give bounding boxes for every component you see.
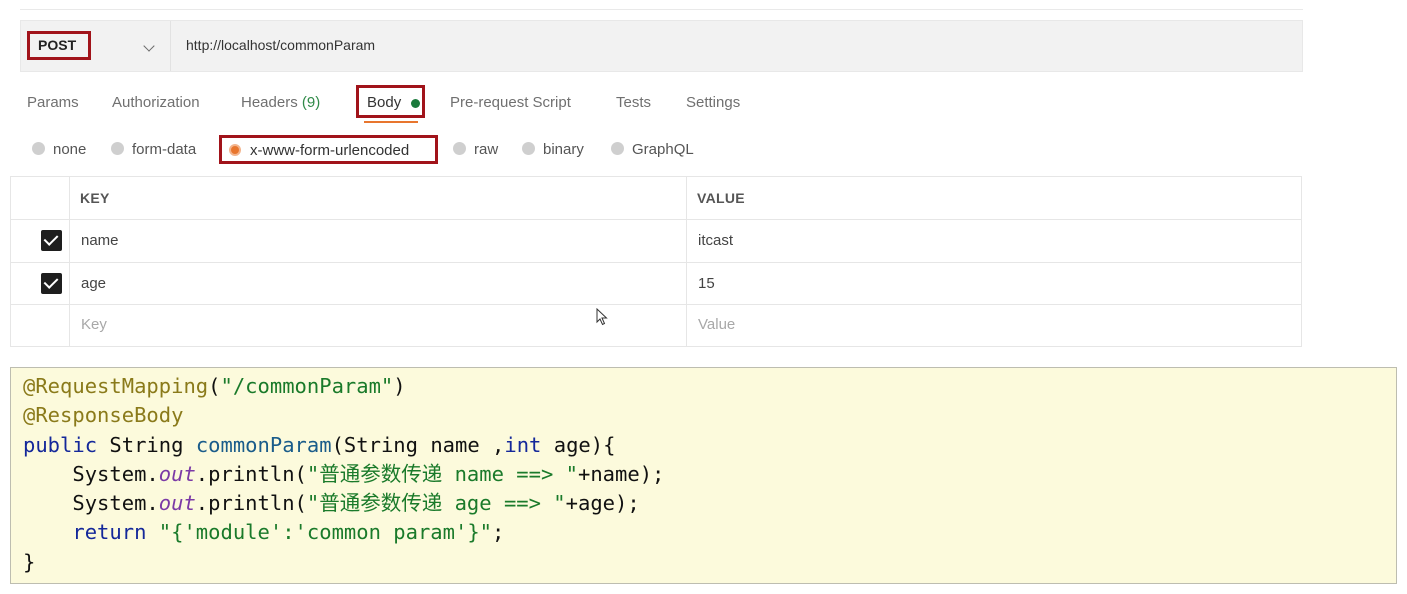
tab-headers[interactable]: Headers (9) <box>241 94 320 111</box>
code-line-4: System.out.println("普通参数传递 name ==> "+na… <box>23 460 1396 489</box>
row-divider <box>11 304 1301 305</box>
code-line-7: } <box>23 548 1396 577</box>
code-text: age){ <box>541 432 616 457</box>
code-line-3: public String commonParam(String name ,i… <box>23 431 1396 460</box>
static-field: out <box>158 461 196 486</box>
row-divider <box>11 262 1301 263</box>
code-text: (String name , <box>331 432 505 457</box>
code-text: String <box>97 432 196 457</box>
radio-icon <box>32 142 45 155</box>
tab-body-label: Body <box>367 94 402 111</box>
tab-body[interactable]: Body <box>356 85 425 118</box>
code-text: System. <box>23 461 159 486</box>
request-tabs: Params Authorization Headers (9) Body Pr… <box>0 85 800 125</box>
method-dropdown[interactable]: POST <box>21 21 171 71</box>
radio-urlencoded-label: x-www-form-urlencoded <box>250 142 410 159</box>
string-literal: "普通参数传递 name ==> " <box>306 461 578 486</box>
column-header-value: VALUE <box>697 190 745 206</box>
code-text: System. <box>23 491 159 516</box>
radio-x-www-form-urlencoded[interactable]: x-www-form-urlencoded <box>219 135 438 164</box>
method-label: POST <box>27 31 91 60</box>
string-literal: "普通参数传递 age ==> " <box>306 491 566 516</box>
static-field: out <box>158 491 196 516</box>
tab-settings[interactable]: Settings <box>686 94 740 111</box>
key-cell-age[interactable]: age <box>81 275 106 292</box>
top-divider <box>20 9 1303 10</box>
tab-pre-request-script[interactable]: Pre-request Script <box>450 94 571 111</box>
code-line-2: @ResponseBody <box>23 401 1396 430</box>
key-cell-name[interactable]: name <box>81 232 119 249</box>
radio-graphql-label: GraphQL <box>632 141 694 158</box>
radio-binary-label: binary <box>543 141 584 158</box>
code-text: ) <box>393 374 406 398</box>
radio-raw[interactable]: raw <box>453 141 498 158</box>
value-input-placeholder[interactable]: Value <box>698 316 735 333</box>
code-text: +name); <box>578 461 665 486</box>
chevron-down-icon <box>143 40 155 52</box>
tab-tests[interactable]: Tests <box>616 94 651 111</box>
tab-params[interactable]: Params <box>27 94 79 111</box>
tab-headers-count: (9) <box>301 94 321 111</box>
code-line-1: @RequestMapping("/commonParam") <box>23 372 1396 401</box>
annotation: @RequestMapping <box>23 374 209 398</box>
mouse-cursor-icon <box>596 308 608 326</box>
radio-selected-icon <box>229 144 241 156</box>
string-literal: "/commonParam" <box>220 374 394 398</box>
code-text: ; <box>492 520 505 545</box>
code-line-5: System.out.println("普通参数传递 age ==> "+age… <box>23 489 1396 518</box>
radio-icon <box>611 142 624 155</box>
params-table: KEY VALUE name itcast age 15 Key Value <box>10 176 1302 347</box>
string-literal: "{'module':'common param'}" <box>158 520 493 545</box>
keyword: public <box>23 432 98 457</box>
url-input[interactable]: http://localhost/commonParam <box>186 37 375 53</box>
radio-binary[interactable]: binary <box>522 141 584 158</box>
code-line-6: return "{'module':'common param'}"; <box>23 518 1396 547</box>
method-name: commonParam <box>195 432 332 457</box>
radio-none-label: none <box>53 141 87 158</box>
code-text: +age); <box>565 491 640 516</box>
keyword: int <box>504 432 542 457</box>
radio-form-data-label: form-data <box>132 141 197 158</box>
value-cell-age[interactable]: 15 <box>698 275 715 292</box>
code-text: .println( <box>195 461 307 486</box>
row-checkbox-age[interactable] <box>41 273 62 294</box>
code-snippet: @RequestMapping("/commonParam") @Respons… <box>10 367 1397 584</box>
tab-headers-label: Headers <box>241 94 298 111</box>
body-type-selector: none form-data x-www-form-urlencoded raw… <box>0 135 800 165</box>
radio-form-data[interactable]: form-data <box>111 141 196 158</box>
radio-none[interactable]: none <box>32 141 86 158</box>
annotation: @ResponseBody <box>23 403 184 428</box>
key-input-placeholder[interactable]: Key <box>81 316 107 333</box>
radio-icon <box>453 142 466 155</box>
radio-graphql[interactable]: GraphQL <box>611 141 694 158</box>
code-text: .println( <box>195 491 307 516</box>
value-cell-name[interactable]: itcast <box>698 232 733 249</box>
code-text: ( <box>208 374 221 398</box>
keyword: return <box>72 520 147 545</box>
radio-raw-label: raw <box>474 141 499 158</box>
column-header-key: KEY <box>80 190 110 206</box>
request-bar: POST http://localhost/commonParam <box>20 20 1303 72</box>
tab-authorization[interactable]: Authorization <box>112 94 200 111</box>
radio-icon <box>111 142 124 155</box>
radio-icon <box>522 142 535 155</box>
code-text: } <box>23 549 36 574</box>
active-tab-indicator <box>364 121 418 123</box>
row-divider <box>11 219 1301 220</box>
row-checkbox-name[interactable] <box>41 230 62 251</box>
modified-dot-icon <box>411 99 420 108</box>
